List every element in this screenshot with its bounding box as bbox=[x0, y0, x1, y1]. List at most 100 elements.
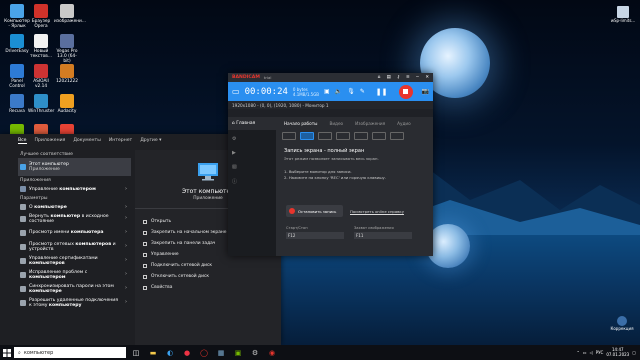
mode-rect-icon[interactable] bbox=[282, 132, 296, 140]
action-icon bbox=[143, 230, 147, 235]
store-icon[interactable]: ▣ bbox=[231, 347, 245, 358]
detail-action[interactable]: Подключить сетевой диск bbox=[135, 260, 281, 271]
computer-icon bbox=[20, 164, 26, 170]
settings-gear-icon bbox=[20, 300, 26, 306]
task-view-icon[interactable]: ◫ bbox=[129, 347, 143, 358]
tray-chevron-icon[interactable]: ⌃ bbox=[576, 350, 579, 355]
opera-icon[interactable]: ◯ bbox=[197, 347, 211, 358]
desktop-icon-right[interactable]: wSp-limits... bbox=[610, 6, 636, 23]
bandicam-taskbar-icon[interactable]: ◉ bbox=[265, 347, 279, 358]
chevron-right-icon: › bbox=[125, 243, 127, 250]
pause-icon[interactable]: ❚❚ bbox=[376, 88, 388, 96]
settings-item[interactable]: Вернуть компьютер в исходное состояние › bbox=[18, 212, 131, 226]
action-icon bbox=[143, 285, 147, 290]
settings-gear-icon bbox=[20, 244, 26, 250]
volume-icon[interactable]: ◁ bbox=[590, 350, 593, 355]
general-icon[interactable]: ⚙ bbox=[232, 136, 272, 142]
chrome-icon[interactable]: ● bbox=[180, 347, 194, 358]
settings-icon[interactable]: ⚙ bbox=[248, 347, 262, 358]
app-icon[interactable]: ▦ bbox=[214, 347, 228, 358]
clock[interactable]: 14:47 07.01.2023 bbox=[606, 347, 629, 357]
computer-management-icon bbox=[20, 186, 26, 192]
mic-icon[interactable]: 🎙 bbox=[347, 88, 355, 95]
about-icon[interactable]: ⓘ bbox=[232, 178, 272, 185]
mode-webcam-icon[interactable] bbox=[390, 132, 404, 140]
settings-item[interactable]: Разрешить удаленные подключения к этому … bbox=[18, 296, 131, 310]
image-icon[interactable]: ▧ bbox=[232, 164, 272, 170]
settings-item[interactable]: Исправление проблем с компьютером › bbox=[18, 268, 131, 282]
search-input[interactable]: компьютер bbox=[24, 350, 53, 356]
stop-record-button[interactable] bbox=[398, 84, 413, 99]
settings-gear-icon bbox=[20, 230, 26, 236]
action-icon bbox=[143, 263, 147, 268]
settings-item[interactable]: Просмотр имени компьютера › bbox=[18, 226, 131, 240]
close-window-icon[interactable]: ✕ bbox=[425, 75, 429, 80]
desktop-icon[interactable]: Vegas Pro 13.0 (64-bit) bbox=[54, 34, 80, 64]
desktop-icon[interactable]: DriverEasy bbox=[4, 34, 30, 54]
desktop-icon[interactable]: Audacity bbox=[54, 94, 80, 114]
mode-audio-icon[interactable] bbox=[372, 132, 386, 140]
desktop-icon[interactable]: Компьютер - Ярлык bbox=[4, 4, 30, 29]
tab-all[interactable]: Все bbox=[18, 138, 27, 144]
desktop-icon[interactable]: WinThruster bbox=[28, 94, 54, 114]
taskbar-search[interactable]: ⌕ компьютер bbox=[14, 347, 126, 358]
hotkey-start-field[interactable]: F12 bbox=[286, 232, 344, 239]
settings-item[interactable]: Управление сертификатами компьютеров › bbox=[18, 254, 131, 268]
notifications-icon[interactable]: ▢ bbox=[632, 350, 636, 355]
tab-audio[interactable]: Аудио bbox=[397, 121, 411, 126]
mode-fullscreen-icon[interactable] bbox=[300, 132, 314, 140]
mode-device-icon[interactable] bbox=[336, 132, 350, 140]
nav-home[interactable]: ⌂ Главная bbox=[228, 117, 276, 130]
camera-icon[interactable]: 📷 bbox=[422, 88, 429, 95]
app-icon bbox=[10, 64, 24, 78]
desktop-icon[interactable]: ASIOAll v2.14 bbox=[28, 64, 54, 89]
edge-icon[interactable]: ◐ bbox=[163, 347, 177, 358]
hotkey-shot-field[interactable]: F11 bbox=[354, 232, 412, 239]
tab-more[interactable]: Другие ▾ bbox=[140, 138, 161, 144]
language-indicator[interactable]: РУС bbox=[596, 350, 604, 355]
settings-item[interactable]: Просмотр сетевых компьютеров и устройств… bbox=[18, 240, 131, 254]
app-icon bbox=[10, 34, 24, 48]
network-icon[interactable]: ▭ bbox=[583, 350, 587, 355]
tab-video[interactable]: Видео bbox=[329, 121, 343, 126]
webcam-icon[interactable]: ▣ bbox=[324, 88, 330, 95]
settings-gear-icon bbox=[20, 216, 26, 222]
stop-recording-button[interactable]: Остановить запись bbox=[286, 205, 343, 217]
desktop-icon[interactable]: Panel Control bbox=[4, 64, 30, 89]
desktop-icon[interactable]: Recuva bbox=[4, 94, 30, 114]
settings-item[interactable]: Синхронизировать пароли на этом компьюте… bbox=[18, 282, 131, 296]
draw-icon[interactable]: ✎ bbox=[360, 88, 365, 95]
action-icon bbox=[143, 274, 147, 279]
folder-icon[interactable]: ▤ bbox=[387, 75, 391, 80]
tab-documents[interactable]: Документы bbox=[73, 138, 101, 144]
chevron-right-icon: › bbox=[125, 257, 127, 264]
desktop-icon[interactable]: 12021222 bbox=[54, 64, 80, 84]
detail-action[interactable]: Отключить сетевой диск bbox=[135, 271, 281, 282]
detail-action[interactable]: Свойства bbox=[135, 282, 281, 293]
mode-region-icon[interactable] bbox=[318, 132, 332, 140]
tab-apps[interactable]: Приложения bbox=[35, 138, 66, 144]
settings-gear-icon bbox=[20, 272, 26, 278]
tab-web[interactable]: Интернет bbox=[109, 138, 132, 144]
best-match-item[interactable]: Этот компьютер Приложение bbox=[18, 158, 131, 176]
explorer-icon[interactable]: ▬ bbox=[146, 347, 160, 358]
desktop-icon[interactable]: Браузер Opera bbox=[28, 4, 54, 29]
app-icon bbox=[34, 4, 48, 18]
start-button[interactable] bbox=[0, 345, 14, 360]
mode-game-icon[interactable] bbox=[354, 132, 368, 140]
online-help-link[interactable]: Посмотреть online справку bbox=[350, 209, 404, 214]
tab-image[interactable]: Изображения bbox=[355, 121, 385, 126]
desktop-icon-weather[interactable]: Коррекция bbox=[609, 316, 635, 331]
key-icon[interactable]: ⚷ bbox=[397, 75, 400, 80]
desktop-icon[interactable]: изображени... bbox=[54, 4, 86, 24]
tab-getting-started[interactable]: Начало работы bbox=[284, 121, 317, 126]
home-icon[interactable]: ⌂ bbox=[378, 75, 381, 80]
speaker-icon[interactable]: 🔈 bbox=[335, 88, 342, 95]
monitor-mode-icon[interactable]: ▭ bbox=[232, 87, 240, 96]
minimize-icon[interactable]: − bbox=[416, 75, 420, 80]
app-item-computer-management[interactable]: Управление компьютером › bbox=[18, 184, 131, 194]
settings-item[interactable]: О компьютере › bbox=[18, 202, 131, 212]
video-icon[interactable]: ▶ bbox=[232, 150, 272, 156]
desktop-icon[interactable]: Новый текстов... bbox=[28, 34, 54, 59]
menu-icon[interactable]: ≡ bbox=[406, 75, 410, 80]
